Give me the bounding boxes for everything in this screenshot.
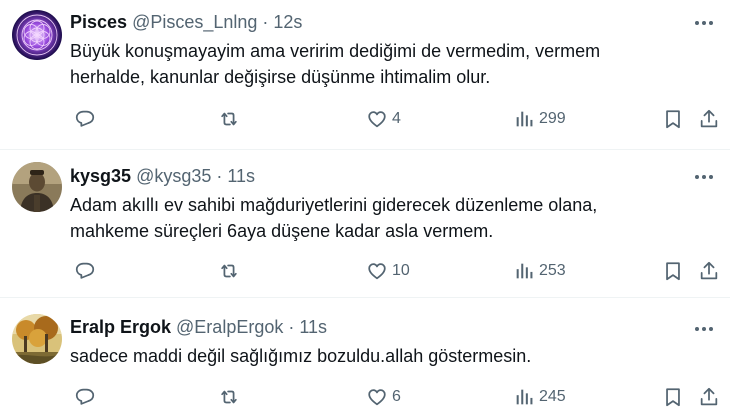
tweet-text: sadece maddi değil sağlığımız bozuldu.al… (70, 346, 532, 366)
retweet-button[interactable] (218, 106, 240, 132)
bookmark-button[interactable] (662, 384, 684, 410)
tweet-header: kysg35 @kysg35 · 11s (70, 164, 714, 188)
reply-button[interactable] (74, 258, 96, 284)
separator-dot: · (288, 317, 295, 337)
reply-icon (75, 388, 95, 405)
user-handle[interactable]: @Pisces_Lnlng (132, 10, 257, 34)
heart-icon (368, 389, 386, 406)
share-button[interactable] (698, 258, 720, 284)
share-button[interactable] (698, 384, 720, 410)
avatar[interactable] (12, 10, 62, 60)
tweet[interactable]: kysg35 @kysg35 · 11s Adam akıllı ev sahi… (0, 150, 730, 298)
more-horizontal-icon[interactable] (690, 166, 718, 188)
share-icon (700, 387, 718, 406)
views-button[interactable]: 245 (513, 384, 566, 410)
view-count: 245 (539, 388, 566, 405)
tweet[interactable]: Pisces @Pisces_Lnlng · 12s Büyük konuşma… (0, 0, 730, 150)
tweet-header: Eralp Ergok @EralpErgok · 11s (70, 315, 714, 339)
views-button[interactable]: 299 (513, 106, 566, 132)
like-count: 6 (392, 388, 401, 405)
retweet-button[interactable] (218, 384, 240, 410)
timestamp[interactable]: 11s (299, 315, 327, 339)
user-handle[interactable]: @EralpErgok (176, 315, 283, 339)
retweet-icon (221, 112, 237, 126)
bookmark-icon (666, 110, 680, 129)
tweet-actions: 10 253 (70, 258, 718, 284)
views-bar-chart-icon (516, 389, 533, 405)
heart-icon (368, 263, 386, 280)
more-horizontal-icon[interactable] (690, 12, 718, 34)
tweet-text: Adam akıllı ev sahibi mağduriyetlerini g… (70, 195, 598, 241)
like-count: 10 (392, 262, 410, 279)
timestamp[interactable]: 12s (273, 10, 302, 34)
tweet-feed: Pisces @Pisces_Lnlng · 12s Büyük konuşma… (0, 0, 730, 420)
user-handle[interactable]: @kysg35 (136, 164, 211, 188)
heart-icon (368, 111, 386, 128)
share-icon (700, 261, 718, 280)
share-icon (700, 109, 718, 128)
retweet-button[interactable] (218, 258, 240, 284)
avatar[interactable] (12, 314, 62, 364)
tweet[interactable]: Eralp Ergok @EralpErgok · 11s sadece mad… (0, 298, 730, 420)
avatar[interactable] (12, 162, 62, 212)
separator-dot: · (262, 12, 269, 32)
separator-dot: · (216, 166, 223, 186)
more-horizontal-icon[interactable] (690, 318, 718, 340)
retweet-icon (221, 390, 237, 404)
tweet-text: Büyük konuşmayayim ama veririm dediğimi … (70, 41, 601, 87)
retweet-icon (221, 264, 237, 278)
like-button[interactable]: 10 (366, 258, 410, 284)
display-name[interactable]: kysg35 (70, 164, 131, 188)
views-bar-chart-icon (516, 111, 533, 127)
reply-button[interactable] (74, 384, 96, 410)
views-bar-chart-icon (516, 263, 533, 279)
bookmark-button[interactable] (662, 258, 684, 284)
tweet-actions: 6 245 (70, 384, 718, 410)
bookmark-icon (666, 262, 680, 281)
tweet-header: Pisces @Pisces_Lnlng · 12s (70, 10, 714, 34)
tweet-actions: 4 299 (70, 106, 718, 132)
reply-icon (75, 262, 95, 279)
pisces-mandala-avatar (12, 10, 62, 60)
share-button[interactable] (698, 106, 720, 132)
timestamp[interactable]: 11s (227, 164, 255, 188)
like-button[interactable]: 4 (366, 106, 401, 132)
views-button[interactable]: 253 (513, 258, 566, 284)
bookmark-button[interactable] (662, 106, 684, 132)
like-count: 4 (392, 110, 401, 127)
autumn-landscape-avatar (12, 314, 62, 364)
reply-button[interactable] (74, 106, 96, 132)
display-name[interactable]: Pisces (70, 10, 127, 34)
like-button[interactable]: 6 (366, 384, 401, 410)
view-count: 299 (539, 110, 566, 127)
portrait-photo-avatar (12, 162, 62, 212)
display-name[interactable]: Eralp Ergok (70, 315, 171, 339)
reply-icon (75, 110, 95, 127)
bookmark-icon (666, 388, 680, 407)
view-count: 253 (539, 262, 566, 279)
